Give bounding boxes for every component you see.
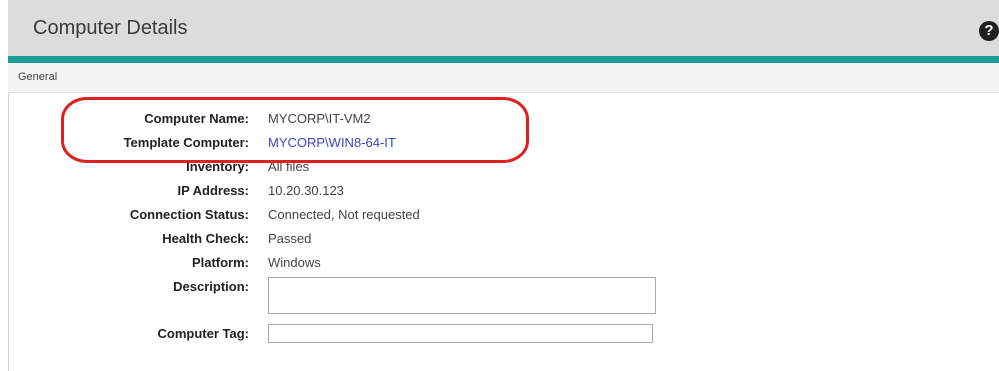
computer-name-row: Computer Name: MYCORP\IT-VM2 [9,109,709,133]
description-input[interactable] [268,277,656,314]
health-check-row: Health Check: Passed [9,229,709,253]
template-computer-row: Template Computer: MYCORP\WIN8-64-IT [9,133,709,157]
connection-status-value: Connected, Not requested [268,207,420,222]
platform-value: Windows [268,255,321,270]
page-header: Computer Details ? [8,0,999,56]
description-row: Description: [9,277,709,317]
connection-status-row: Connection Status: Connected, Not reques… [9,205,709,229]
computer-name-value: MYCORP\IT-VM2 [268,111,371,126]
health-check-label: Health Check: [162,231,249,246]
inventory-label: Inventory: [186,159,249,174]
computer-tag-input[interactable] [268,324,653,343]
description-label: Description: [173,279,249,294]
platform-row: Platform: Windows [9,253,709,277]
inventory-row: Inventory: All files [9,157,709,181]
ip-address-value: 10.20.30.123 [268,183,344,198]
accent-bar [8,56,999,63]
inventory-value: All files [268,159,310,174]
template-computer-label: Template Computer: [123,135,249,150]
help-icon[interactable]: ? [979,21,999,41]
section-label-general[interactable]: General [18,71,57,83]
computer-tag-row: Computer Tag: [9,324,709,348]
computer-name-label: Computer Name: [144,111,249,126]
details-panel: Computer Name: MYCORP\IT-VM2 Template Co… [8,93,999,371]
computer-tag-label: Computer Tag: [157,326,249,341]
template-computer-link[interactable]: MYCORP\WIN8-64-IT [268,135,396,150]
connection-status-label: Connection Status: [129,207,249,222]
page-title: Computer Details [33,17,188,39]
ip-address-label: IP Address: [177,183,249,198]
platform-label: Platform: [191,255,249,270]
section-header: General [8,63,999,93]
health-check-value: Passed [268,231,312,246]
ip-address-row: IP Address: 10.20.30.123 [9,181,709,205]
